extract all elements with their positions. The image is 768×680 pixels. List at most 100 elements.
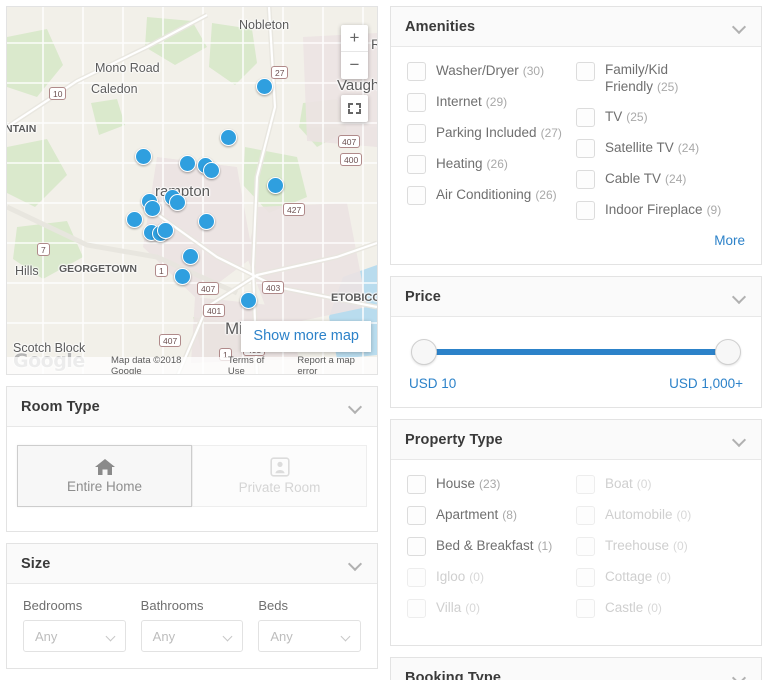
property-type-text: Bed & Breakfast — [436, 538, 534, 553]
amenity-row[interactable]: TV (25) — [576, 107, 745, 127]
property-type-checkbox[interactable] — [576, 506, 595, 525]
price-header[interactable]: Price — [391, 277, 761, 317]
property-type-row[interactable]: Bed & Breakfast (1) — [407, 536, 576, 556]
zoom-out-button[interactable]: − — [341, 52, 368, 79]
property-type-checkbox[interactable] — [576, 537, 595, 556]
property-type-checkbox[interactable] — [407, 568, 426, 587]
beds-select[interactable]: Any — [258, 620, 362, 652]
map-marker[interactable] — [182, 248, 199, 265]
amenity-checkbox[interactable] — [407, 155, 426, 174]
amenity-row[interactable]: Internet (29) — [407, 92, 576, 112]
property-type-count: (0) — [656, 570, 671, 584]
property-type-header[interactable]: Property Type — [391, 420, 761, 460]
amenities-header[interactable]: Amenities — [391, 7, 761, 47]
map-marker[interactable] — [174, 268, 191, 285]
amenities-more-link[interactable]: More — [407, 233, 745, 248]
property-type-checkbox[interactable] — [407, 537, 426, 556]
room-type-entire-home-button[interactable]: Entire Home — [17, 445, 192, 507]
amenity-checkbox[interactable] — [407, 93, 426, 112]
amenity-checkbox[interactable] — [576, 201, 595, 220]
price-slider-max-handle[interactable] — [715, 339, 741, 365]
amenity-row[interactable]: Satellite TV (24) — [576, 138, 745, 158]
amenity-row[interactable]: Heating (26) — [407, 154, 576, 174]
amenity-row[interactable]: Indoor Fireplace (9) — [576, 200, 745, 220]
amenity-text: Parking Included — [436, 125, 537, 140]
amenity-label: Family/Kid Friendly (25) — [605, 61, 745, 96]
property-type-row[interactable]: Boat (0) — [576, 474, 745, 494]
home-icon — [94, 458, 116, 476]
property-type-grid: House (23) Apartment (8) Bed & Breakfast (1) I… — [407, 474, 745, 629]
chevron-down-icon[interactable] — [349, 559, 363, 568]
bathrooms-select[interactable]: Any — [140, 620, 244, 652]
amenity-row[interactable]: Parking Included (27) — [407, 123, 576, 143]
bedrooms-field: Bedrooms Any — [23, 598, 126, 652]
amenity-checkbox[interactable] — [576, 139, 595, 158]
map-marker[interactable] — [179, 155, 196, 172]
property-type-row[interactable]: Apartment (8) — [407, 505, 576, 525]
property-type-row[interactable]: Castle (0) — [576, 598, 745, 618]
property-type-row[interactable]: Automobile (0) — [576, 505, 745, 525]
amenity-checkbox[interactable] — [576, 170, 595, 189]
chevron-down-icon[interactable] — [349, 402, 363, 411]
chevron-down-icon[interactable] — [733, 435, 747, 444]
map-panel[interactable]: NobletonMono RoadCaledonNTAINVaughaRiram… — [6, 6, 378, 375]
property-type-row[interactable]: House (23) — [407, 474, 576, 494]
chevron-down-icon[interactable] — [733, 673, 747, 680]
map-marker[interactable] — [135, 148, 152, 165]
chevron-down-icon[interactable] — [733, 22, 747, 31]
bedrooms-select[interactable]: Any — [23, 620, 126, 652]
property-type-label: Cottage (0) — [605, 567, 671, 587]
amenity-checkbox[interactable] — [407, 124, 426, 143]
map-marker[interactable] — [126, 211, 143, 228]
zoom-in-button[interactable]: + — [341, 25, 368, 52]
property-type-label: Bed & Breakfast (1) — [436, 536, 552, 556]
report-map-error-link[interactable]: Report a map error — [297, 355, 377, 375]
room-type-header[interactable]: Room Type — [7, 387, 377, 427]
map-marker[interactable] — [203, 162, 220, 179]
amenity-checkbox[interactable] — [407, 186, 426, 205]
property-type-checkbox[interactable] — [407, 599, 426, 618]
property-type-checkbox[interactable] — [407, 475, 426, 494]
price-slider-min-handle[interactable] — [411, 339, 437, 365]
map-marker[interactable] — [198, 213, 215, 230]
fullscreen-icon[interactable] — [341, 95, 368, 122]
amenity-label: Air Conditioning (26) — [436, 185, 557, 205]
map-marker[interactable] — [256, 78, 273, 95]
map-marker[interactable] — [157, 222, 174, 239]
map-marker[interactable] — [220, 129, 237, 146]
size-header[interactable]: Size — [7, 544, 377, 584]
show-more-map-button[interactable]: Show more map — [241, 321, 371, 352]
map-marker[interactable] — [267, 177, 284, 194]
chevron-down-icon[interactable] — [733, 292, 747, 301]
amenity-count: (25) — [626, 110, 648, 124]
map-zoom-controls[interactable]: + − — [341, 25, 368, 79]
property-type-checkbox[interactable] — [576, 599, 595, 618]
property-type-count: (0) — [636, 477, 652, 491]
amenity-row[interactable]: Cable TV (24) — [576, 169, 745, 189]
map-marker[interactable] — [240, 292, 257, 309]
amenity-row[interactable]: Washer/Dryer (30) — [407, 61, 576, 81]
property-type-text: Igloo — [436, 569, 466, 584]
property-type-row[interactable]: Villa (0) — [407, 598, 576, 618]
terms-of-use-link[interactable]: Terms of Use — [228, 355, 284, 375]
amenity-row[interactable]: Family/Kid Friendly (25) — [576, 61, 745, 96]
property-type-checkbox[interactable] — [576, 568, 595, 587]
amenity-checkbox[interactable] — [576, 108, 595, 127]
amenity-checkbox[interactable] — [407, 62, 426, 81]
property-type-label: Villa (0) — [436, 598, 480, 618]
price-range-slider[interactable] — [411, 337, 741, 367]
amenity-checkbox[interactable] — [576, 62, 595, 81]
booking-type-header[interactable]: Booking Type — [391, 658, 761, 680]
property-type-row[interactable]: Cottage (0) — [576, 567, 745, 587]
map-marker[interactable] — [144, 200, 161, 217]
amenity-row[interactable]: Air Conditioning (26) — [407, 185, 576, 205]
property-type-text: House — [436, 476, 476, 491]
property-type-row[interactable]: Igloo (0) — [407, 567, 576, 587]
room-type-private-room-button[interactable]: Private Room — [192, 445, 367, 507]
map-marker[interactable] — [169, 194, 186, 211]
property-type-row[interactable]: Treehouse (0) — [576, 536, 745, 556]
price-panel: Price USD 10 USD 1,000+ — [390, 276, 762, 408]
property-type-checkbox[interactable] — [576, 475, 595, 494]
property-type-checkbox[interactable] — [407, 506, 426, 525]
property-type-text: Castle — [605, 600, 644, 615]
